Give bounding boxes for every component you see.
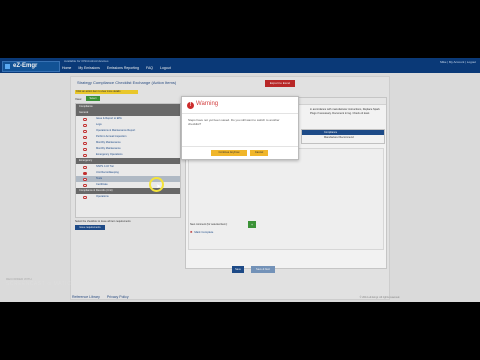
app-window: eZ-Emgr Available for iOS/Android device… — [0, 58, 480, 302]
modal-overlay — [0, 58, 480, 302]
warning-dialog: ! Warning Steps have not yet been saved.… — [181, 96, 299, 160]
dialog-message: Steps have not yet been saved. Do you st… — [188, 118, 280, 126]
dialog-header: ! Warning — [182, 97, 298, 114]
watermark-line2: SCREENCAST ⊙ MATIC — [6, 281, 72, 287]
dialog-buttons: Continue Anyhow Cancel — [182, 146, 298, 159]
dialog-title: Warning — [196, 101, 219, 107]
continue-anyhow-button[interactable]: Continue Anyhow — [211, 150, 247, 156]
cursor-arrow-icon: ➤ — [156, 184, 162, 190]
cancel-button[interactable]: Cancel — [250, 150, 268, 156]
recording-watermark: RECORDED WITH SCREENCAST ⊙ MATIC — [6, 277, 71, 287]
warning-icon: ! — [187, 102, 194, 109]
